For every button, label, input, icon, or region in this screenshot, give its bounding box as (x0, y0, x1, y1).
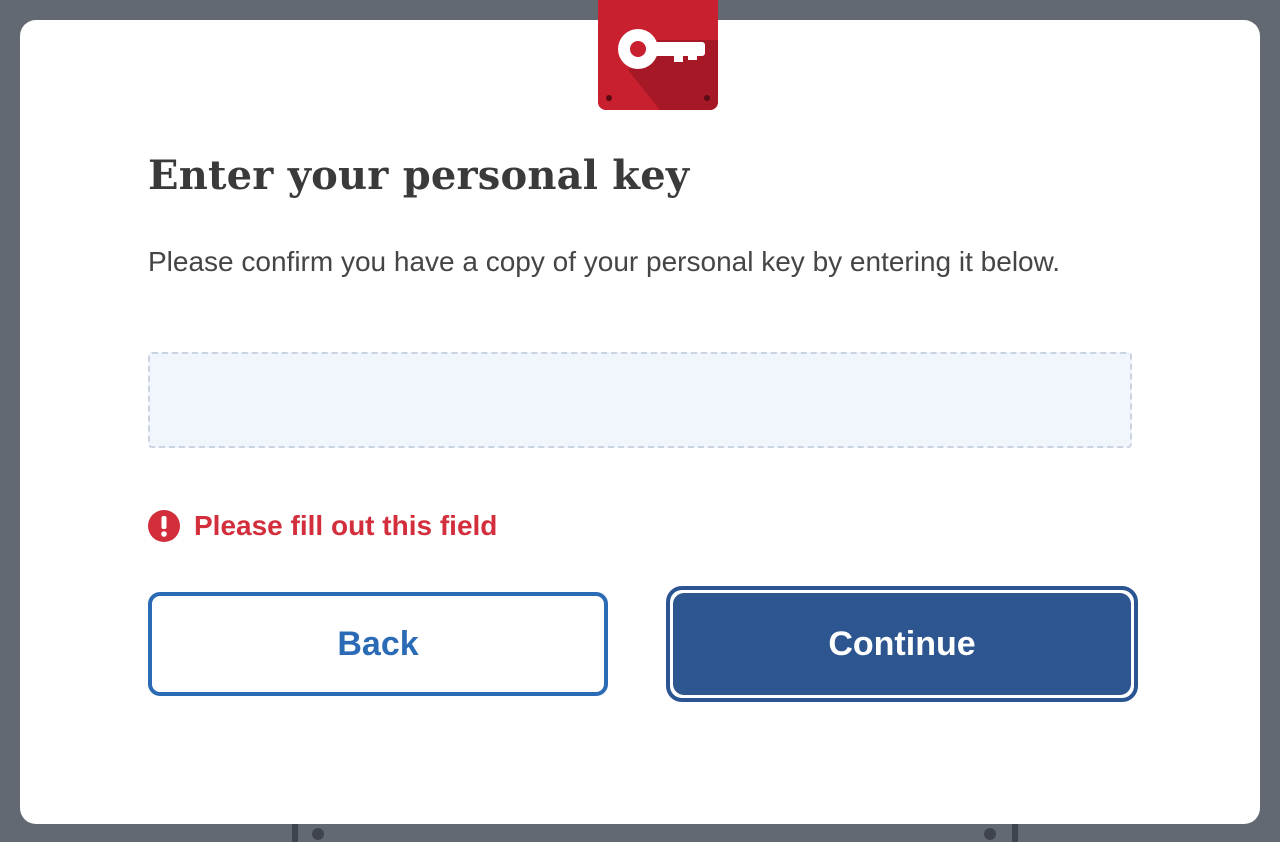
backdrop-page-dot-left (312, 828, 324, 840)
page-title: Enter your personal key (148, 152, 690, 199)
back-button-label: Back (337, 624, 419, 663)
back-button[interactable]: Back (148, 592, 608, 696)
continue-button-label: Continue (828, 624, 976, 663)
personal-key-input[interactable] (148, 352, 1132, 448)
validation-error-message: Please fill out this field (194, 510, 498, 541)
error-exclamation-icon (148, 510, 180, 542)
backdrop-page-dot-right (984, 828, 996, 840)
validation-error: Please fill out this field (148, 510, 497, 542)
continue-button[interactable]: Continue (666, 586, 1138, 702)
key-icon (598, 0, 718, 110)
personal-key-modal: Enter your personal key Please confirm y… (20, 0, 1260, 824)
page-description: Please confirm you have a copy of your p… (148, 246, 1061, 277)
